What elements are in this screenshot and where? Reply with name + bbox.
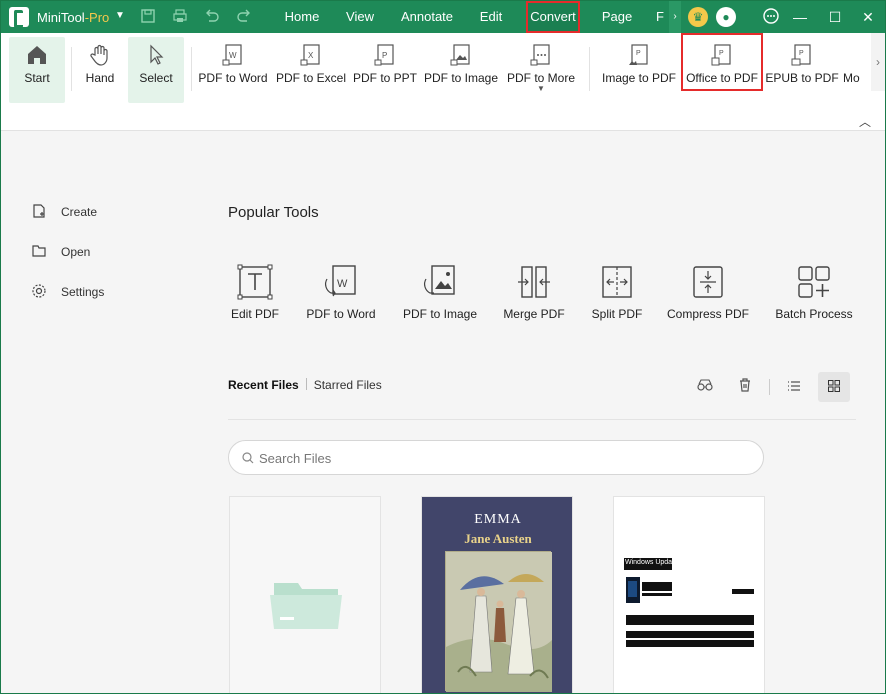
folder-icon: [270, 583, 342, 629]
collapse-ribbon-icon[interactable]: ︿: [859, 113, 871, 130]
pdf-to-word-icon: W: [222, 44, 242, 66]
hand-tool-button[interactable]: Hand: [77, 37, 123, 103]
cursor-icon: [150, 44, 164, 65]
app-menu-dropdown-icon[interactable]: ▼: [115, 10, 125, 21]
maximize-button[interactable]: ☐: [818, 1, 852, 33]
close-button[interactable]: ✕: [851, 1, 885, 33]
svg-text:X: X: [308, 51, 314, 60]
app-logo-icon: [9, 7, 29, 28]
epub-to-pdf-button[interactable]: P EPUB to PDF: [765, 37, 839, 103]
svg-text:P: P: [719, 50, 724, 57]
popular-tool-edit-pdf[interactable]: Edit PDF: [229, 263, 281, 321]
menu-view[interactable]: View: [337, 1, 383, 33]
hand-icon: [90, 44, 108, 66]
pdf-to-excel-button[interactable]: X PDF to Excel: [275, 37, 347, 103]
image-to-pdf-icon: P: [629, 44, 648, 65]
more-tools-truncated-button[interactable]: Mo: [843, 37, 867, 103]
book-title: EMMA: [474, 512, 522, 527]
list-view-icon[interactable]: [779, 372, 809, 402]
pdf-to-image-icon: [424, 265, 455, 295]
pdf-to-more-button[interactable]: PDF to More ▼: [505, 37, 577, 103]
svg-text:P: P: [382, 51, 387, 60]
app-name: MiniTool-Pro: [37, 10, 110, 25]
popular-tool-compress-pdf[interactable]: Compress PDF: [667, 263, 749, 321]
tab-recent-files[interactable]: Recent Files: [228, 378, 299, 392]
title-bar: MiniTool-Pro ▼ Home View Annotate Edit C…: [1, 1, 885, 33]
feedback-icon[interactable]: [761, 7, 781, 27]
delete-icon[interactable]: [730, 372, 760, 402]
user-avatar-icon[interactable]: ●: [716, 7, 736, 27]
compare-icon[interactable]: [690, 372, 720, 402]
home-icon: [28, 46, 46, 64]
gear-icon: [32, 284, 46, 298]
sidebar-item-settings[interactable]: Settings: [31, 282, 104, 302]
office-to-pdf-icon: P: [711, 44, 731, 66]
pdf-to-ppt-icon: P: [374, 44, 394, 66]
file-tabs: Recent Files Starred Files: [228, 378, 382, 392]
svg-text:W: W: [229, 51, 237, 60]
app-window: MiniTool-Pro ▼ Home View Annotate Edit C…: [0, 0, 886, 694]
search-box: [228, 440, 764, 475]
menu-home[interactable]: Home: [273, 1, 331, 33]
grid-view-icon[interactable]: [818, 372, 850, 402]
folder-icon: [32, 245, 46, 257]
batch-icon: [798, 266, 830, 298]
start-button[interactable]: Start: [9, 37, 65, 103]
pdf-to-word-icon: W: [325, 265, 356, 297]
text-edit-icon: [237, 264, 273, 300]
select-tool-button[interactable]: Select: [128, 37, 184, 103]
create-icon: [33, 204, 45, 218]
section-title-popular-tools: Popular Tools: [228, 204, 319, 221]
tab-starred-files[interactable]: Starred Files: [314, 378, 382, 392]
ribbon-toolbar: Start Hand Select W PDF to Word X PDF to…: [1, 33, 885, 131]
compress-icon: [693, 266, 723, 298]
book-author: Jane Austen: [464, 531, 532, 546]
search-icon: [242, 452, 254, 464]
epub-to-pdf-icon: P: [791, 44, 811, 66]
doc-heading: Windows Update: [625, 559, 678, 566]
menu-scroll-right-icon[interactable]: ›: [669, 1, 681, 33]
image-to-pdf-button[interactable]: P Image to PDF: [599, 37, 679, 103]
start-label: Start: [24, 71, 50, 85]
pdf-to-excel-icon: X: [300, 44, 320, 66]
pdf-to-ppt-button[interactable]: P PDF to PPT: [353, 37, 417, 103]
minimize-button[interactable]: —: [783, 1, 817, 33]
menu-annotate[interactable]: Annotate: [393, 1, 461, 33]
crown-icon[interactable]: ♛: [688, 7, 708, 27]
popular-tool-pdf-to-word[interactable]: W PDF to Word: [304, 263, 378, 321]
redo-icon[interactable]: [235, 8, 253, 26]
popular-tool-split-pdf[interactable]: Split PDF: [589, 263, 645, 321]
pdf-to-word-button[interactable]: W PDF to Word: [197, 37, 269, 103]
svg-text:P: P: [799, 50, 804, 57]
merge-icon: [518, 266, 550, 298]
split-icon: [602, 266, 632, 298]
sidebar-item-open[interactable]: Open: [31, 242, 90, 262]
pdf-to-image-icon: [450, 44, 470, 66]
popular-tool-merge-pdf[interactable]: Merge PDF: [501, 263, 567, 321]
dropdown-caret-icon: ▼: [537, 84, 545, 93]
book-cover-illustration: [445, 551, 552, 692]
pdf-to-image-button[interactable]: PDF to Image: [423, 37, 499, 103]
search-input[interactable]: [259, 448, 739, 468]
menu-more-truncated[interactable]: F: [653, 1, 667, 33]
popular-tool-pdf-to-image[interactable]: PDF to Image: [401, 263, 479, 321]
pdf-to-more-icon: [530, 44, 550, 66]
recent-file-card-emma[interactable]: EMMA Jane Austen: [421, 496, 573, 693]
office-to-pdf-button[interactable]: P Office to PDF: [681, 33, 763, 91]
print-icon[interactable]: [171, 8, 189, 26]
menu-edit[interactable]: Edit: [471, 1, 511, 33]
save-icon[interactable]: [139, 8, 157, 26]
ribbon-scroll-right-icon[interactable]: ›: [871, 33, 885, 91]
menu-convert[interactable]: Convert: [526, 1, 580, 33]
undo-icon[interactable]: [203, 8, 221, 26]
recent-file-card-windows-update[interactable]: Windows Update: [613, 496, 765, 693]
menu-page[interactable]: Page: [595, 1, 639, 33]
svg-text:W: W: [337, 278, 348, 290]
svg-text:P: P: [636, 50, 641, 57]
sidebar-item-create[interactable]: Create: [31, 202, 97, 222]
popular-tool-batch-process[interactable]: Batch Process: [775, 263, 853, 321]
open-file-card[interactable]: [229, 496, 381, 693]
